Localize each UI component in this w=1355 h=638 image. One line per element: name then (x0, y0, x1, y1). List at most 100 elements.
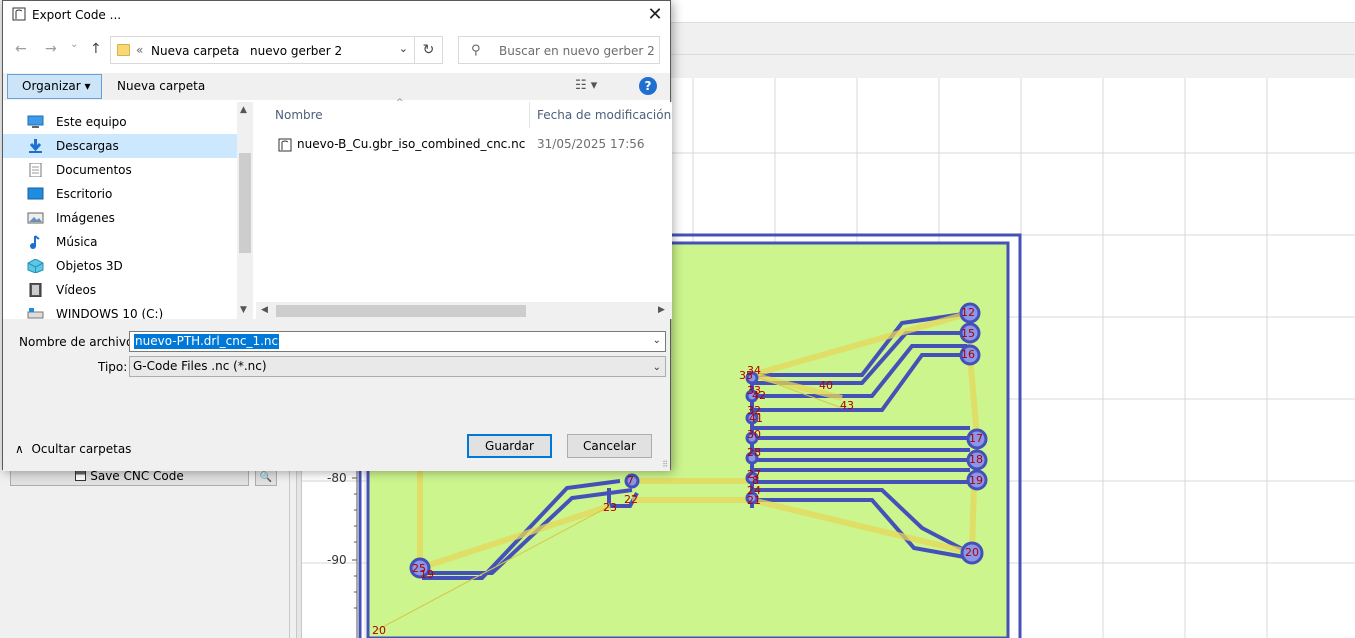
file-list-horizontal-scrollbar[interactable]: ◀ ▶ (256, 302, 672, 319)
column-header-name[interactable]: Nombre (275, 108, 323, 122)
nav-item-label: Imágenes (56, 211, 115, 225)
search-input[interactable]: Buscar en nuevo gerber 2 (499, 44, 655, 58)
save-form: Nombre de archivo: nuevo-PTH.drl_cnc_1.n… (3, 319, 670, 471)
dialog-title-bar[interactable]: Export Code ... ✕ (3, 1, 670, 29)
nav-item-label: Vídeos (56, 283, 97, 297)
refresh-icon: ↻ (422, 42, 435, 58)
cancel-button[interactable]: Cancelar (567, 434, 652, 458)
filename-history-chevron-icon[interactable]: ⌄ (653, 335, 661, 346)
nav-item-documentos[interactable]: Documentos (3, 158, 237, 182)
application-window: 12 15 16 17 18 19 20 21 22 23 24 25 27 2… (0, 0, 1355, 638)
navigation-pane: Este equipo Descargas Documentos Escrito… (3, 102, 253, 319)
filename-label: Nombre de archivo: (19, 335, 138, 349)
nc-file-icon (278, 138, 292, 152)
pad-label: 16 (961, 348, 975, 361)
pad-label: 22 (624, 493, 638, 506)
nav-item-windows-drive[interactable]: WINDOWS 10 (C:) (3, 302, 237, 319)
address-dropdown-chevron-icon[interactable]: ⌄ (399, 42, 408, 55)
file-list: ^ Nombre Fecha de modificación nuevo-B_C… (256, 98, 672, 319)
sort-ascending-icon: ^ (396, 98, 404, 108)
pad-label: 40 (819, 379, 833, 392)
scroll-thumb[interactable] (276, 305, 526, 317)
file-date: 31/05/2025 17:56 (537, 137, 645, 151)
forward-arrow-icon[interactable]: → (45, 41, 57, 57)
column-header-date[interactable]: Fecha de modificación (537, 108, 671, 122)
up-arrow-icon[interactable]: ↑ (90, 41, 102, 57)
y-tick-label: -80 (327, 471, 347, 485)
nav-item-descargas[interactable]: Descargas (3, 134, 237, 158)
refresh-button[interactable]: ↻ (415, 36, 443, 64)
music-icon (30, 235, 40, 249)
app-toolbar (670, 22, 1355, 55)
scroll-right-arrow-icon[interactable]: ▶ (658, 305, 665, 315)
breadcrumb-nueva-carpeta[interactable]: Nueva carpeta (151, 44, 239, 58)
nav-item-label: Documentos (56, 163, 132, 177)
nav-item-musica[interactable]: Música (3, 230, 237, 254)
file-row[interactable]: nuevo-B_Cu.gbr_iso_combined_cnc.nc 31/05… (256, 134, 672, 156)
pad-label: 7 (627, 474, 634, 487)
pad-label: 17 (969, 432, 983, 445)
nav-pane-scrollbar[interactable]: ▲ ▼ (237, 102, 253, 319)
nav-item-label: Objetos 3D (56, 259, 123, 273)
file-type-value: G-Code Files .nc (*.nc) (133, 359, 267, 373)
command-bar: Organizar ▾ Nueva carpeta ☷ ▾ ? (3, 73, 670, 100)
scroll-thumb[interactable] (239, 153, 251, 253)
pad-label: 41 (749, 412, 763, 425)
back-arrow-icon[interactable]: ← (15, 41, 27, 57)
scroll-up-arrow-icon[interactable]: ▲ (240, 105, 247, 115)
nav-item-este-equipo[interactable]: Este equipo (3, 110, 237, 134)
recent-locations-chevron-icon[interactable]: ⌄ (70, 39, 78, 50)
left-properties-panel (0, 468, 290, 638)
filename-field[interactable]: nuevo-PTH.drl_cnc_1.nc ⌄ (129, 331, 666, 352)
documents-icon (29, 163, 42, 177)
panel-splitter[interactable] (296, 468, 302, 638)
chevron-up-icon: ∧ (15, 442, 24, 456)
hide-folders-toggle[interactable]: ∧ Ocultar carpetas (15, 442, 131, 456)
nav-item-label: Escritorio (56, 187, 113, 201)
navigation-row: ← → ⌄ ↑ « Nueva carpeta › nuevo gerber 2… (3, 33, 670, 65)
nav-item-label: Este equipo (56, 115, 127, 129)
breadcrumb-nuevo-gerber-2[interactable]: nuevo gerber 2 (250, 44, 342, 58)
pad-label: 28 (747, 446, 761, 459)
nav-item-imagenes[interactable]: Imágenes (3, 206, 237, 230)
help-icon[interactable]: ? (639, 77, 657, 95)
search-box[interactable]: ⚲ Buscar en nuevo gerber 2 (458, 36, 660, 64)
organize-button[interactable]: Organizar ▾ (7, 74, 102, 99)
nav-item-label: Música (56, 235, 98, 249)
app-title-area (670, 0, 1355, 22)
pad-label: 15 (961, 327, 975, 340)
search-icon: ⚲ (471, 43, 481, 58)
pad-label: 20 (965, 546, 979, 559)
resize-grip-icon[interactable]: ⠿ (662, 460, 668, 469)
nav-item-label: WINDOWS 10 (C:) (56, 307, 164, 319)
pad-label: 19 (969, 474, 983, 487)
videos-icon (29, 283, 42, 297)
column-divider[interactable] (529, 102, 530, 128)
save-button[interactable]: Guardar (467, 434, 552, 458)
nav-item-escritorio[interactable]: Escritorio (3, 182, 237, 206)
drive-icon (27, 308, 44, 319)
file-type-select[interactable]: G-Code Files .nc (*.nc) ⌄ (129, 356, 666, 377)
pad-label: 20 (372, 624, 386, 637)
scroll-down-arrow-icon[interactable]: ▼ (240, 305, 247, 315)
computer-icon (27, 115, 44, 128)
close-icon[interactable]: ✕ (640, 1, 670, 28)
address-bar[interactable]: « Nueva carpeta › nuevo gerber 2 ⌄ (110, 36, 415, 64)
hide-folders-label: Ocultar carpetas (31, 442, 132, 456)
pad-label: 12 (961, 306, 975, 319)
downloads-icon (29, 139, 42, 153)
scroll-left-arrow-icon[interactable]: ◀ (261, 305, 268, 315)
pad-label: 18 (969, 453, 983, 466)
nav-item-label: Descargas (56, 139, 119, 153)
type-label: Tipo: (98, 360, 128, 374)
app-icon (12, 7, 26, 21)
nav-item-videos[interactable]: Vídeos (3, 278, 237, 302)
desktop-icon (27, 187, 44, 200)
pad-label: 8 (752, 474, 759, 487)
nav-item-objetos-3d[interactable]: Objetos 3D (3, 254, 237, 278)
breadcrumb-separator: › (235, 43, 240, 57)
view-options-icon[interactable]: ☷ ▾ (575, 78, 597, 93)
breadcrumb-overflow[interactable]: « (136, 43, 143, 57)
pad-label: 23 (603, 501, 617, 514)
new-folder-button[interactable]: Nueva carpeta (117, 79, 205, 93)
